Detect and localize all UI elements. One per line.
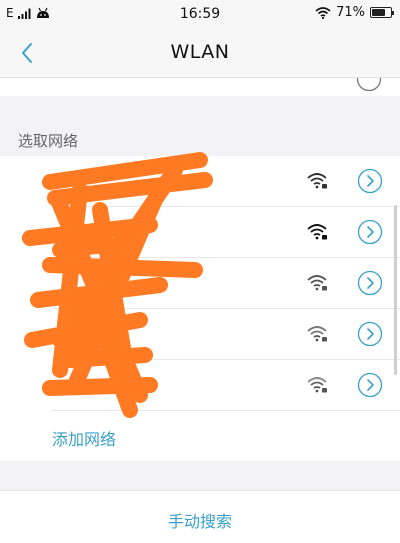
network-row[interactable] xyxy=(52,360,400,411)
manual-search-label: 手动搜索 xyxy=(167,512,232,531)
manual-search-button[interactable]: 手动搜索 xyxy=(0,490,400,543)
status-right: 71% xyxy=(315,5,394,20)
network-row[interactable] xyxy=(52,258,400,309)
battery-percent: 71% xyxy=(336,5,365,20)
wifi-lock-icon xyxy=(307,326,327,342)
add-network-row[interactable]: 添加网络 xyxy=(52,411,400,461)
network-list: 添加网络 xyxy=(0,156,400,461)
wifi-lock-icon xyxy=(307,377,327,393)
chevron-right-circle-icon[interactable] xyxy=(357,168,383,194)
chevron-right-circle-icon[interactable] xyxy=(356,78,382,92)
status-bar: E 16:59 71% xyxy=(0,0,400,28)
page-title: WLAN xyxy=(170,41,230,63)
network-row[interactable] xyxy=(52,207,400,258)
scrollbar[interactable] xyxy=(394,205,397,375)
connected-network-row[interactable] xyxy=(0,78,400,96)
wifi-lock-icon xyxy=(307,224,327,240)
chevron-right-circle-icon[interactable] xyxy=(357,372,383,398)
section-header: 选取网络 xyxy=(18,132,79,150)
network-row[interactable] xyxy=(52,309,400,360)
wifi-lock-icon xyxy=(307,173,327,189)
battery-fill xyxy=(372,9,385,16)
network-row[interactable] xyxy=(52,156,400,207)
chevron-right-circle-icon[interactable] xyxy=(357,270,383,296)
wifi-status-icon xyxy=(315,6,331,19)
battery-icon xyxy=(370,7,394,18)
wifi-lock-icon xyxy=(312,78,334,88)
nav-bar: WLAN xyxy=(0,28,400,78)
chevron-right-circle-icon[interactable] xyxy=(357,219,383,245)
connected-network-icons xyxy=(312,78,382,92)
chevron-right-circle-icon[interactable] xyxy=(357,321,383,347)
wifi-lock-icon xyxy=(307,275,327,291)
add-network-label: 添加网络 xyxy=(52,430,117,449)
